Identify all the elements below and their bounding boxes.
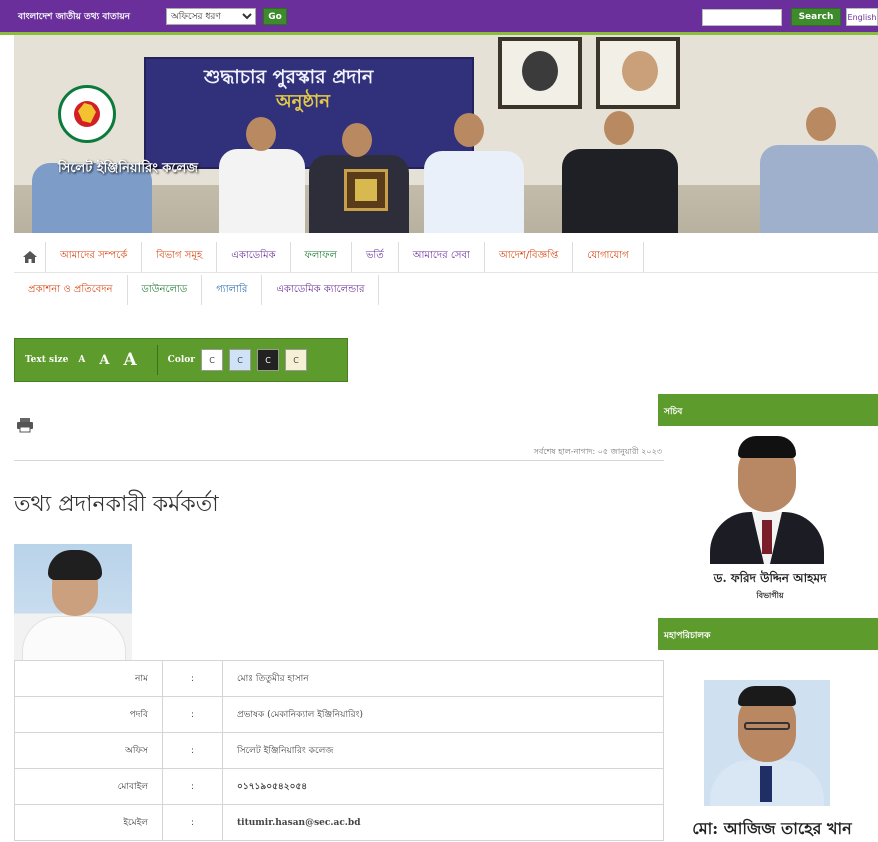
portrait-face: [622, 51, 658, 91]
table-row: পদবি : প্রভাষক (মেকানিক্যাল ইঞ্জিনিয়ারি…: [14, 696, 664, 733]
info-colon: :: [162, 696, 223, 733]
banner-person-head: [246, 117, 276, 151]
officer-photo: [14, 544, 132, 660]
nav-item-notices[interactable]: আদেশ/বিজ্ঞপ্তি: [485, 241, 574, 272]
table-row: মোবাইল : ০১৭১৯০৫৪২০৫৪: [14, 768, 664, 805]
nav-row-primary: আমাদের সম্পর্কে বিভাগ সমূহ একাডেমিক ফলাফ…: [14, 241, 878, 273]
banner-person-head: [806, 107, 836, 141]
nav-item-contact[interactable]: যোগাযোগ: [573, 241, 644, 272]
nav-row-secondary: প্রকাশনা ও প্রতিবেদন ডাউনলোড গ্যালারি এক…: [14, 274, 380, 306]
portrait-frame-left: [498, 37, 582, 109]
color-swatch-white[interactable]: C: [201, 349, 223, 371]
color-swatch-cream[interactable]: C: [285, 349, 307, 371]
info-key: ইমেইল: [14, 804, 163, 841]
nav-item-results[interactable]: ফলাফল: [291, 241, 352, 272]
director-photo-hair: [738, 686, 796, 706]
info-key: মোবাইল: [14, 768, 163, 805]
banner-person-head: [454, 113, 484, 147]
banner-person: [562, 149, 678, 233]
page-title: তথ্য প্রদানকারী কর্মকর্তা: [14, 492, 219, 517]
text-size-label: Text size: [25, 355, 69, 365]
go-button[interactable]: Go: [263, 8, 287, 25]
secretary-photo: [702, 434, 832, 564]
director-general-name[interactable]: মো: আজিজ তাহের খান: [672, 816, 872, 842]
accessibility-toolbar: Text size A A A Color C C C C: [14, 338, 348, 382]
table-row: ইমেইল : titumir.hasan@sec.ac.bd: [14, 804, 664, 841]
info-colon: :: [162, 768, 223, 805]
banner-person: [760, 145, 878, 233]
home-icon[interactable]: [14, 241, 46, 272]
info-colon: :: [162, 732, 223, 769]
color-swatch-black[interactable]: C: [257, 349, 279, 371]
nav-item-services[interactable]: আমাদের সেবা: [399, 241, 485, 272]
officer-photo-hair: [48, 550, 102, 580]
director-photo-tie: [760, 766, 772, 802]
nav-item-about[interactable]: আমাদের সম্পর্কে: [46, 241, 143, 272]
nav-item-academic-calendar[interactable]: একাডেমিক ক্যালেন্ডার: [262, 275, 380, 305]
director-general-photo: [704, 680, 830, 806]
officer-photo-shirt: [22, 616, 126, 660]
nav-item-admission[interactable]: ভর্তি: [352, 241, 399, 272]
secretary-role: বিভাগীয়: [756, 591, 784, 600]
info-colon: :: [162, 804, 223, 841]
info-key: অফিস: [14, 732, 163, 769]
color-label: Color: [167, 355, 195, 365]
info-key: নাম: [14, 660, 163, 697]
banner-person-head: [604, 111, 634, 145]
banner-photo: শুদ্ধাচার পুরস্কার প্রদান অনুষ্ঠান সিলেট…: [14, 35, 878, 233]
info-value-email[interactable]: titumir.hasan@sec.ac.bd: [222, 804, 664, 841]
sidebar-heading-director-general: মহাপরিচালক: [658, 618, 878, 650]
color-swatch-blue[interactable]: C: [229, 349, 251, 371]
banner-person: [219, 149, 305, 233]
table-row: নাম : মোঃ তিতুমীর হাসান: [14, 660, 664, 697]
nav-item-downloads[interactable]: ডাউনলোড: [128, 275, 203, 305]
language-toggle-button[interactable]: English: [846, 8, 878, 26]
content-divider: [14, 460, 664, 461]
secretary-photo-hair: [738, 436, 796, 458]
table-row: অফিস : সিলেট ইঞ্জিনিয়ারিং কলেজ: [14, 732, 664, 769]
portrait-frame-right: [596, 37, 680, 109]
nav-item-departments[interactable]: বিভাগ সমূহ: [142, 241, 218, 272]
info-value-office: সিলেট ইঞ্জিনিয়ারিং কলেজ: [222, 732, 664, 769]
info-key: পদবি: [14, 696, 163, 733]
text-size-small-button[interactable]: A: [78, 355, 85, 365]
college-name[interactable]: সিলেট ইঞ্জিনিয়ারিং কলেজ: [58, 159, 198, 180]
sidebar-heading-secretary: সচিব: [658, 394, 878, 426]
search-input[interactable]: [702, 9, 782, 26]
portrait-face: [522, 51, 558, 91]
award-plaque: [344, 169, 388, 211]
search-button[interactable]: Search: [791, 8, 841, 26]
secretary-photo-tie: [762, 520, 772, 554]
info-colon: :: [162, 660, 223, 697]
award-plaque-emblem: [355, 179, 377, 201]
portal-label[interactable]: বাংলাদেশ জাতীয় তথ্য বাতায়ন: [18, 9, 130, 24]
info-value-name: মোঃ তিতুমীর হাসান: [222, 660, 664, 697]
college-logo[interactable]: [58, 85, 116, 143]
print-icon[interactable]: [16, 417, 34, 433]
banner-person-head: [342, 123, 372, 157]
info-value-designation: প্রভাষক (মেকানিক্যাল ইঞ্জিনিয়ারিং): [222, 696, 664, 733]
main-navigation: আমাদের সম্পর্কে বিভাগ সমূহ একাডেমিক ফলাফ…: [14, 241, 878, 307]
nav-item-gallery[interactable]: গ্যালারি: [202, 275, 263, 305]
nav-item-publications[interactable]: প্রকাশনা ও প্রতিবেদন: [14, 275, 128, 305]
last-updated-text: সর্বশেষ হাল-নাগাদ: ০৫ জানুয়ারী ২০২৩: [533, 447, 662, 456]
office-type-select[interactable]: অফিসের ধরণ: [166, 8, 256, 25]
text-size-medium-button[interactable]: A: [99, 353, 109, 368]
director-photo-glasses: [744, 722, 790, 730]
banner-person: [424, 151, 524, 233]
toolbar-divider: [156, 345, 158, 375]
secretary-name[interactable]: ড. ফরিদ উদ্দিন আহমদ: [680, 570, 860, 590]
officer-info-table: নাম : মোঃ তিতুমীর হাসান পদবি : প্রভাষক (…: [14, 660, 664, 841]
banner-board-subtitle: অনুষ্ঠান: [276, 91, 331, 112]
info-value-mobile: ০১৭১৯০৫৪২০৫৪: [222, 768, 664, 805]
text-size-large-button[interactable]: A: [123, 350, 136, 370]
top-bar: বাংলাদেশ জাতীয় তথ্য বাতায়ন অফিসের ধরণ …: [0, 0, 878, 32]
nav-item-academic[interactable]: একাডেমিক: [217, 241, 291, 272]
